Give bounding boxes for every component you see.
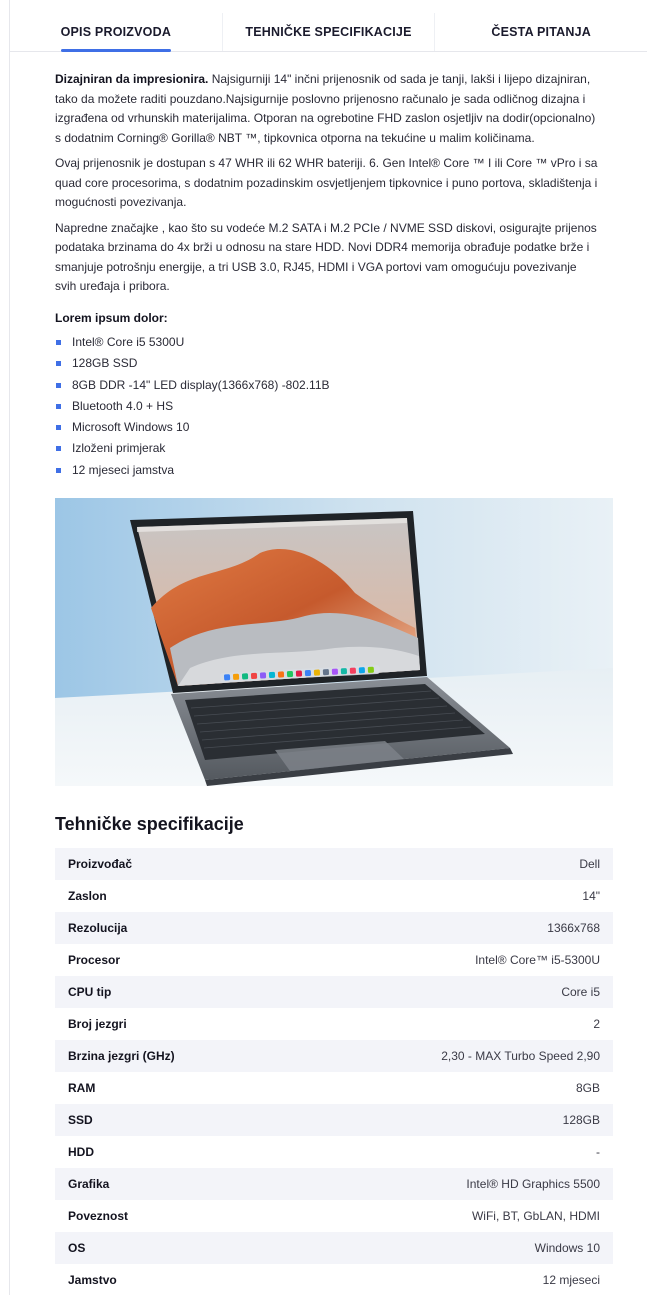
spec-key: OS bbox=[68, 1241, 86, 1255]
list-item: Intel® Core i5 5300U bbox=[55, 332, 600, 353]
spec-value: Dell bbox=[579, 857, 600, 871]
table-row: Grafika Intel® HD Graphics 5500 bbox=[55, 1168, 613, 1200]
table-row: Poveznost WiFi, BT, GbLAN, HDMI bbox=[55, 1200, 613, 1232]
spec-key: RAM bbox=[68, 1081, 96, 1095]
spec-key: Proizvođač bbox=[68, 857, 133, 871]
spec-value: 8GB bbox=[575, 1081, 600, 1095]
list-item: 12 mjeseci jamstva bbox=[55, 460, 600, 481]
spec-value: - bbox=[596, 1145, 600, 1159]
table-row: CPU tip Core i5 bbox=[55, 976, 613, 1008]
table-row: Rezolucija 1366x768 bbox=[55, 912, 613, 944]
spec-key: Poveznost bbox=[68, 1209, 129, 1223]
table-row: RAM 8GB bbox=[55, 1072, 613, 1104]
table-row: Brzina jezgri (GHz) 2,30 - MAX Turbo Spee… bbox=[55, 1040, 613, 1072]
spec-value: Windows 10 bbox=[534, 1241, 600, 1255]
spec-value: 2,30 - MAX Turbo Speed 2,90 bbox=[441, 1049, 600, 1063]
tab-faq[interactable]: ČESTA PITANJA bbox=[435, 13, 647, 51]
spec-key: Procesor bbox=[68, 953, 121, 967]
table-row: Jamstvo 12 mjeseci bbox=[55, 1264, 613, 1296]
spec-key: Jamstvo bbox=[68, 1273, 117, 1287]
table-row: HDD - bbox=[55, 1136, 613, 1168]
spec-value: Intel® Core™ i5-5300U bbox=[475, 953, 600, 967]
spec-value: 128GB bbox=[562, 1113, 600, 1127]
spec-value: 1366x768 bbox=[547, 921, 600, 935]
product-description: Dizajniran da impresionira. Najsigurniji… bbox=[55, 70, 600, 481]
table-row: Zaslon 14" bbox=[55, 880, 613, 912]
spec-value: 14" bbox=[582, 889, 600, 903]
spec-key: CPU tip bbox=[68, 985, 112, 999]
spec-key: Zaslon bbox=[68, 889, 107, 903]
table-row: Broj jezgri 2 bbox=[55, 1008, 613, 1040]
list-item: Izloženi primjerak bbox=[55, 438, 600, 459]
list-item: Bluetooth 4.0 + HS bbox=[55, 396, 600, 417]
spec-key: Rezolucija bbox=[68, 921, 128, 935]
table-row: SSD 128GB bbox=[55, 1104, 613, 1136]
spec-value: Intel® HD Graphics 5500 bbox=[466, 1177, 600, 1191]
table-row: Procesor Intel® Core™ i5-5300U bbox=[55, 944, 613, 976]
description-paragraph-3: Napredne značajke , kao što su vodeće M.… bbox=[55, 220, 597, 294]
specs-table: Proizvođač Dell Zaslon 14" Rezolucija 1366x… bbox=[55, 848, 613, 1296]
list-item: 8GB DDR -14" LED display(1366x768) -802.… bbox=[55, 375, 600, 396]
tab-product-description[interactable]: OPIS PROIZVODA bbox=[10, 13, 223, 51]
description-headline: Dizajniran da impresionira. bbox=[55, 72, 209, 86]
table-row: OS Windows 10 bbox=[55, 1232, 613, 1264]
list-item: Microsoft Windows 10 bbox=[55, 417, 600, 438]
table-row: Proizvođač Dell bbox=[55, 848, 613, 880]
features-list: Intel® Core i5 5300U 128GB SSD 8GB DDR -… bbox=[55, 332, 600, 481]
product-tabs: OPIS PROIZVODA TEHNIČKE SPECIFIKACIJE ČE… bbox=[10, 13, 647, 52]
list-item: 128GB SSD bbox=[55, 353, 600, 374]
laptop-illustration: MacBook Pro bbox=[55, 498, 613, 786]
spec-key: Grafika bbox=[68, 1177, 110, 1191]
description-paragraph-1: Dizajniran da impresionira. Najsigurniji… bbox=[55, 70, 600, 148]
description-paragraph-2: Ovaj prijenosnik je dostupan s 47 WHR il… bbox=[55, 156, 598, 209]
tab-technical-specifications[interactable]: TEHNIČKE SPECIFIKACIJE bbox=[223, 13, 436, 51]
features-title: Lorem ipsum dolor: bbox=[55, 310, 168, 325]
spec-key: SSD bbox=[68, 1113, 93, 1127]
spec-value: Core i5 bbox=[561, 985, 600, 999]
spec-value: WiFi, BT, GbLAN, HDMI bbox=[471, 1209, 600, 1223]
spec-key: Brzina jezgri (GHz) bbox=[68, 1049, 175, 1063]
specs-title: Tehničke specifikacije bbox=[55, 814, 244, 834]
spec-value: 2 bbox=[593, 1017, 600, 1031]
spec-key: HDD bbox=[68, 1145, 94, 1159]
product-image: MacBook Pro bbox=[55, 498, 613, 786]
spec-value: 12 mjeseci bbox=[542, 1273, 600, 1287]
spec-key: Broj jezgri bbox=[68, 1017, 127, 1031]
